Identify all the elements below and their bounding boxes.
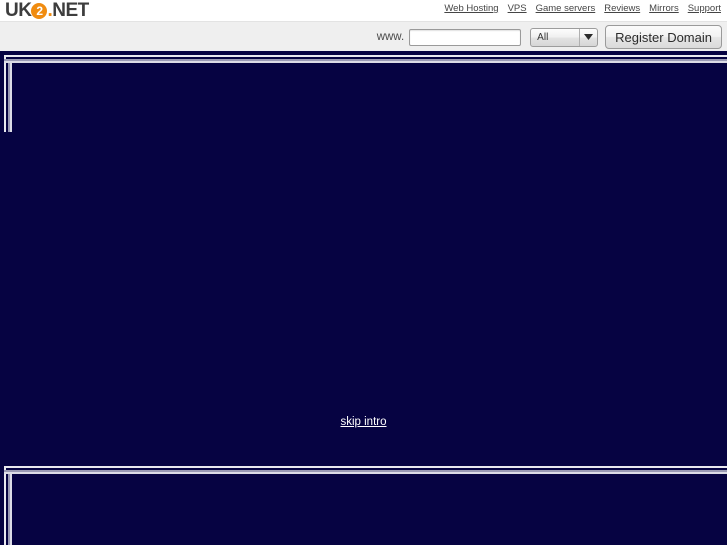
panel-bevel-frame <box>4 55 727 132</box>
skip-intro-container: skip intro <box>0 412 727 430</box>
tld-select-value: All <box>537 31 549 43</box>
domain-search-group: www. All Register Domain <box>377 24 722 50</box>
primary-nav: Web Hosting VPS Game servers Reviews Mir… <box>444 3 721 15</box>
flash-intro-stage: skip intro <box>0 51 727 545</box>
site-logo[interactable]: UK 2. NET <box>5 0 89 21</box>
nav-item-support[interactable]: Support <box>688 3 721 15</box>
nav-item-reviews[interactable]: Reviews <box>604 3 640 15</box>
nav-item-mirrors[interactable]: Mirrors <box>649 3 679 15</box>
www-prefix-label: www. <box>376 31 405 43</box>
nav-item-game-servers[interactable]: Game servers <box>536 3 596 15</box>
logo-text-net: NET <box>52 0 89 21</box>
domain-search-bar: www. All Register Domain <box>0 21 727 51</box>
panel-bevel-top-rail <box>4 466 727 474</box>
nav-item-vps[interactable]: VPS <box>508 3 527 15</box>
logo-badge-two: 2 <box>31 2 48 19</box>
panel-bevel-frame <box>4 466 727 545</box>
flash-panel-top[interactable]: skip intro <box>0 51 727 462</box>
flash-panel-bottom[interactable] <box>0 462 727 545</box>
domain-search-input[interactable] <box>409 28 522 46</box>
tld-select[interactable]: All <box>530 27 599 47</box>
page-root: UK 2. NET Web Hosting VPS Game servers Rev… <box>0 0 727 545</box>
chevron-down-icon[interactable] <box>579 28 597 46</box>
logo-text-uk: UK <box>5 0 32 21</box>
register-domain-button[interactable]: Register Domain <box>605 25 722 49</box>
nav-item-web-hosting[interactable]: Web Hosting <box>444 3 498 15</box>
panel-bevel-top-rail <box>4 55 727 63</box>
top-header-bar: UK 2. NET Web Hosting VPS Game servers Rev… <box>0 0 727 21</box>
skip-intro-link[interactable]: skip intro <box>340 416 386 428</box>
